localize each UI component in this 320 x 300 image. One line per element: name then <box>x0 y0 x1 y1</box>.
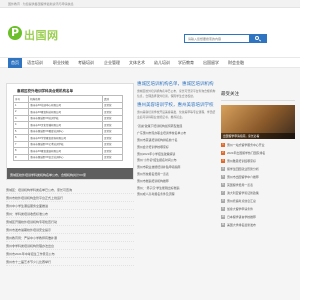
list-item[interactable]: 惠州：“男子汉”学生能跳出好舞蹈 <box>137 185 217 192</box>
rank-badge: 2 <box>221 151 225 155</box>
search-button[interactable] <box>249 34 267 43</box>
article-summary: 惠城区校外培训机构名单已公布，家长可登录平台查询合规机构信息，合理选择课外培训，… <box>137 89 216 98</box>
list-item[interactable]: 8 惠州托福考点信息汇总 <box>221 197 295 205</box>
news-list: 惠城区：培训机构学科类名单已公布，家长可查询 惠州市校外培训机构监管平台正式上线… <box>6 186 134 266</box>
nav-item-study-abroad[interactable]: 出国留学 <box>203 58 219 68</box>
list-item[interactable]: 惠州中小学生课后服务全面推进 <box>6 202 134 210</box>
featured-document[interactable]: 惠城区校外培训学科类合规机构名单 序号 机构名称 类别 1 惠州市XX培训中心有限公司… <box>6 83 134 180</box>
list-item[interactable]: 惠州教育局：严禁中小学教师有偿补课 <box>6 234 134 242</box>
rank-badge: 8 <box>221 199 225 203</box>
rank-badge: 9 <box>221 207 225 211</box>
list-item[interactable]: 1 惠州一站式留学服务中心开业 <box>221 141 295 149</box>
logo-text[interactable]: 出国网 <box>24 27 59 43</box>
rank-badge: 5 <box>221 175 225 179</box>
list-item[interactable]: 惠州市发布暑期校外培训安全提示 <box>6 226 134 234</box>
list-item[interactable]: 惠州：学科类培训收费标准公布 <box>6 210 134 218</box>
list-item[interactable]: 惠州会计培训学校哪家好 <box>137 144 217 151</box>
list-item[interactable]: 惠州市职业技能培训补贴申领指南 <box>137 164 217 171</box>
document-table: 序号 机构名称 类别 1 惠州市XX培训中心有限公司 正常营 2 惠州市XX教育科技有限公… <box>12 95 123 161</box>
nav-item-finance[interactable]: 财会金融 <box>228 58 244 68</box>
list-item[interactable]: 广东惠州市民办职业培训学校名单公布 <box>137 130 217 137</box>
nav-item-kids[interactable]: 幼儿培训 <box>154 58 170 68</box>
list-item[interactable]: 10 日本留学语言学校推荐 <box>221 213 295 221</box>
article-title[interactable]: 惠州美容培训学校，惠州美容培训学校 <box>137 102 217 108</box>
nav-item-exam[interactable]: 考级培训 <box>78 58 94 68</box>
image-caption[interactable]: 出国留学申请指南，家长必看 <box>221 133 295 139</box>
list-item[interactable]: 惠州市英语培训机构排名前十名 <box>137 137 217 144</box>
list-item[interactable]: 惠州市校外培训机构监管平台正式上线运行 <box>6 194 134 202</box>
nav-item-home[interactable]: 首页 <box>8 58 22 68</box>
top-bar-text: 国外教育 · 为您提供各国留学最新资讯与申请信息 <box>8 2 74 6</box>
rank-badge: 10 <box>221 215 225 219</box>
rank-badge: 4 <box>221 167 225 171</box>
nav-item-language[interactable]: 语言培训 <box>27 58 43 68</box>
list-item[interactable]: 惠州成人高考报名条件及流程 <box>137 191 217 198</box>
search-input[interactable] <box>184 34 250 43</box>
nav-item-vocational[interactable]: 职业技能 <box>53 58 69 68</box>
article-summary: 惠州美容培训学校开设美容美发、化妆美甲等专业课程，学员结业后可获得职业技能证书，… <box>137 110 216 119</box>
list-item[interactable]: 7 澳大利亚留学签证新政策 <box>221 189 295 197</box>
list-item[interactable]: 惠州市2021年中考招生工作意见公布 <box>6 250 134 258</box>
list-item[interactable]: 惠州市十二届艺术节少儿比赛举行 <box>6 258 134 266</box>
document-title: 惠城区校外培训学科类合规机构名单 <box>17 89 73 93</box>
top-bar: 国外教育 · 为您提供各国留学最新资讯与申请信息 <box>0 0 300 8</box>
list-item[interactable]: 11 美国大学排名最新发布 <box>221 221 295 229</box>
nav-item-management[interactable]: 企业管理 <box>104 58 120 68</box>
table-row: 9 惠州市惠城区XX语言培训中心 正常营 <box>12 153 123 161</box>
middle-column: 惠城区培训机构名单，惠城区培训机构 惠城区校外培训机构名单已公布，家长可登录平台… <box>137 81 217 198</box>
rank-badge: 7 <box>221 191 225 195</box>
list-item[interactable]: 3 惠州雅思培训班哪家好 <box>221 157 295 165</box>
featured-caption[interactable]: 惠城区校外培训学科类机构名单公布，合规机构共计XX家 <box>7 168 133 179</box>
list-item[interactable]: 6 英国留学费用一览表 <box>221 181 295 189</box>
list-item[interactable]: 惠城区开展校外培训机构专项检查行动 <box>6 218 134 226</box>
list-item[interactable]: 惠州市舞蹈培训机构推荐 <box>137 178 217 185</box>
sidebar-title: 最受关注 <box>221 91 295 101</box>
featured-image[interactable]: 出国留学申请指南，家长必看 <box>221 105 295 139</box>
nav-item-arts[interactable]: 文体艺术 <box>129 58 145 68</box>
rank-badge: 3 <box>221 159 225 163</box>
list-item[interactable]: 惠城区：培训机构学科类名单已公布，家长可查询 <box>6 186 134 194</box>
main-nav: 首页 语言培训 职业技能 考级培训 企业管理 文体艺术 幼儿培训 学历教育 出国… <box>0 57 300 68</box>
rank-badge: 1 <box>221 143 225 147</box>
list-item[interactable]: 惠州2021年小学招生政策解读 <box>137 151 217 158</box>
header: P 出国网 <box>0 8 300 54</box>
ranking-list: 1 惠州一站式留学服务中心开业 2 2021年出国留学热门国家排名 3 惠州雅思培训班… <box>221 141 295 229</box>
right-sidebar: 最受关注 出国留学申请指南，家长必看 1 惠州一站式留学服务中心开业 2 2021年… <box>221 91 295 229</box>
article-list: “双减”政策下培训机构如何转型发展 广东惠州市民办职业培训学校名单公布 惠州市英… <box>137 123 217 198</box>
list-item[interactable]: 2 2021年出国留学热门国家排名 <box>221 149 295 157</box>
list-item[interactable]: “双减”政策下培训机构如何转型发展 <box>137 123 217 130</box>
rank-badge: 6 <box>221 183 225 187</box>
nav-item-degree[interactable]: 学历教育 <box>178 58 194 68</box>
list-item[interactable]: 惠州非学科类培训机构管理办法出台 <box>6 242 134 250</box>
list-item[interactable]: 9 加拿大留学申请条件 <box>221 205 295 213</box>
list-item[interactable]: 5 惠州市出国留学中介推荐 <box>221 173 295 181</box>
logo-mark[interactable]: P <box>8 26 22 40</box>
rank-badge: 11 <box>221 223 225 227</box>
list-item[interactable]: 4 留学生回国就业形势分析 <box>221 165 295 173</box>
list-item[interactable]: 惠州驾校报名费用一览表 <box>137 171 217 178</box>
article-title[interactable]: 惠城区培训机构名单，惠城区培训机构 <box>137 81 217 87</box>
list-item[interactable]: 惠州“小升初”招生报名时间公布 <box>137 157 217 164</box>
